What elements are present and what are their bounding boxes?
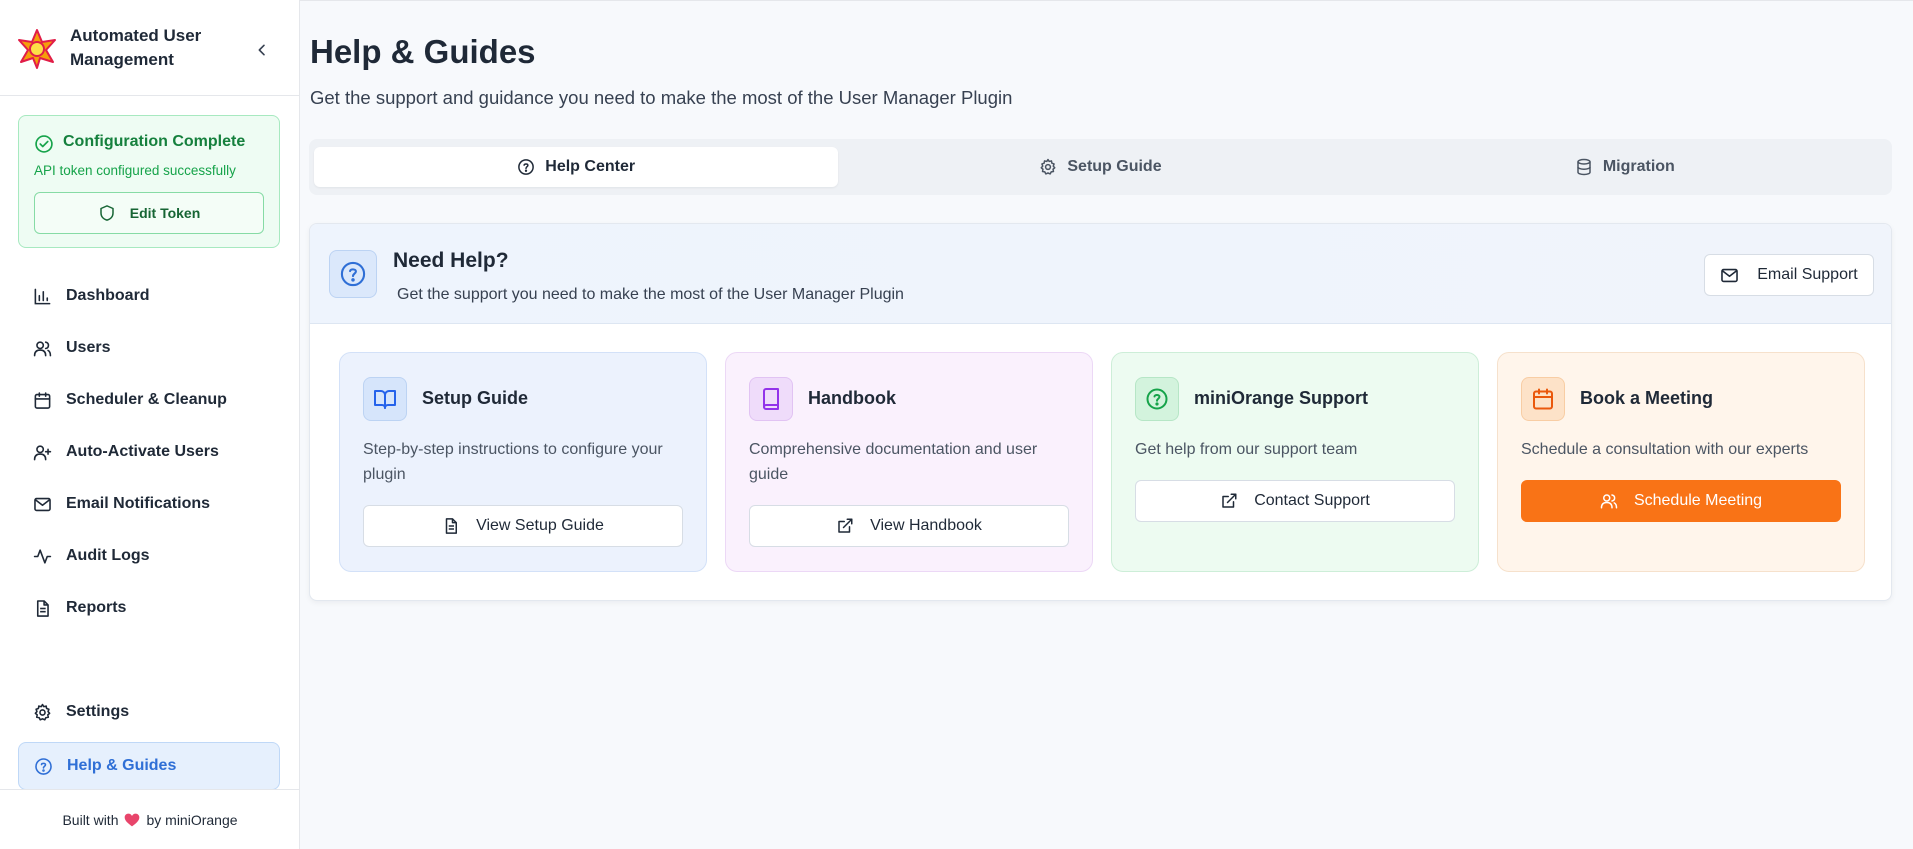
- file-icon: [33, 599, 52, 618]
- activity-icon: [33, 547, 52, 566]
- sidebar-item-dashboard[interactable]: Dashboard: [18, 270, 280, 322]
- sidebar-item-label: Help & Guides: [67, 757, 177, 774]
- view-handbook-button[interactable]: View Handbook: [749, 505, 1069, 547]
- sidebar-item-label: Email Notifications: [66, 495, 211, 512]
- card-title: Book a Meeting: [1580, 388, 1714, 408]
- document-icon: [442, 517, 460, 535]
- sidebar-item-scheduler[interactable]: Scheduler & Cleanup: [18, 374, 280, 426]
- card-button-label: Contact Support: [1254, 492, 1370, 509]
- config-subtitle: API token configured successfully: [34, 163, 236, 178]
- sidebar-item-audit-logs[interactable]: Audit Logs: [18, 530, 280, 582]
- need-help-title: Need Help?: [393, 249, 509, 272]
- schedule-meeting-button[interactable]: Schedule Meeting: [1521, 480, 1841, 522]
- page-title: Help & Guides: [310, 33, 536, 70]
- card-button-label: View Handbook: [870, 517, 982, 534]
- footer-prefix: Built with: [62, 811, 119, 828]
- edit-token-button[interactable]: Edit Token: [34, 192, 264, 234]
- help-circle-icon: [517, 158, 535, 176]
- tab-label: Setup Guide: [1067, 158, 1162, 175]
- sidebar-item-label: Audit Logs: [66, 547, 150, 564]
- sidebar: Automated User Management Configuration …: [0, 0, 300, 849]
- card-description: Get help from our support team: [1135, 441, 1358, 458]
- configuration-status-card: Configuration Complete API token configu…: [18, 115, 280, 248]
- edit-token-label: Edit Token: [129, 205, 201, 221]
- card-description: Step-by-step instructions to configure y…: [363, 441, 663, 483]
- shield-icon: [98, 204, 116, 222]
- tab-setup-guide[interactable]: Setup Guide: [838, 147, 1362, 187]
- sidebar-item-label: Users: [66, 339, 111, 356]
- external-link-icon: [836, 517, 854, 535]
- sidebar-item-settings[interactable]: Settings: [18, 686, 280, 738]
- sidebar-nav: Dashboard Users Scheduler & Cleanup Auto…: [18, 270, 280, 634]
- help-center-panel: Need Help? Get the support you need to m…: [309, 223, 1892, 601]
- sidebar-item-label: Reports: [66, 599, 127, 616]
- card-title: Handbook: [808, 388, 896, 408]
- app-logo-icon: [16, 28, 58, 70]
- check-circle-icon: [34, 134, 54, 154]
- external-link-icon: [1220, 492, 1238, 510]
- sidebar-item-help-guides[interactable]: Help & Guides: [18, 742, 280, 790]
- sidebar-item-label: Auto-Activate Users: [66, 443, 219, 460]
- view-setup-guide-button[interactable]: View Setup Guide: [363, 505, 683, 547]
- collapse-sidebar-button[interactable]: [250, 38, 274, 62]
- sidebar-header: Automated User Management: [0, 0, 299, 96]
- chevron-left-icon: [258, 44, 265, 56]
- gear-icon: [33, 703, 52, 722]
- mail-icon: [1720, 266, 1739, 285]
- card-description: Schedule a consultation with our experts: [1521, 441, 1809, 458]
- tab-label: Help Center: [545, 158, 636, 175]
- main-content: Help & Guides Get the support and guidan…: [300, 0, 1913, 849]
- card-button-label: Schedule Meeting: [1633, 492, 1763, 509]
- page-subtitle: Get the support and guidance you need to…: [310, 87, 1013, 108]
- calendar-icon: [1521, 377, 1565, 421]
- user-plus-icon: [33, 443, 52, 462]
- need-help-subtitle: Get the support you need to make the mos…: [397, 286, 904, 303]
- help-circle-icon: [34, 757, 53, 776]
- sidebar-item-reports[interactable]: Reports: [18, 582, 280, 634]
- sidebar-item-auto-activate[interactable]: Auto-Activate Users: [18, 426, 280, 478]
- card-description: Comprehensive documentation and user gui…: [749, 441, 1038, 483]
- setup-guide-card: Setup Guide Step-by-step instructions to…: [339, 352, 707, 572]
- card-button-label: View Setup Guide: [476, 517, 604, 534]
- tab-migration[interactable]: Migration: [1363, 147, 1887, 187]
- support-card: miniOrange Support Get help from our sup…: [1111, 352, 1479, 572]
- users-icon: [33, 339, 52, 358]
- handbook-card: Handbook Comprehensive documentation and…: [725, 352, 1093, 572]
- help-circle-icon: [329, 250, 377, 298]
- gear-icon: [1039, 158, 1057, 176]
- sidebar-item-users[interactable]: Users: [18, 322, 280, 374]
- resource-cards: Setup Guide Step-by-step instructions to…: [339, 352, 1865, 572]
- database-icon: [1575, 158, 1593, 176]
- bar-chart-icon: [33, 287, 52, 306]
- book-meeting-card: Book a Meeting Schedule a consultation w…: [1497, 352, 1865, 572]
- sidebar-item-label: Dashboard: [66, 287, 150, 304]
- app-title: Automated User Management: [70, 26, 202, 69]
- sidebar-item-email-notifications[interactable]: Email Notifications: [18, 478, 280, 530]
- contact-support-button[interactable]: Contact Support: [1135, 480, 1455, 522]
- need-help-header: Need Help? Get the support you need to m…: [310, 224, 1891, 324]
- calendar-icon: [33, 391, 52, 410]
- users-icon: [1600, 492, 1618, 510]
- tab-bar: Help Center Setup Guide Migration: [309, 139, 1892, 195]
- book-open-icon: [363, 377, 407, 421]
- card-title: Setup Guide: [422, 388, 529, 408]
- sidebar-bottom-nav: Settings Help & Guides: [18, 686, 280, 790]
- sidebar-item-label: Settings: [66, 703, 130, 720]
- tab-help-center[interactable]: Help Center: [314, 147, 839, 187]
- book-icon: [749, 377, 793, 421]
- help-circle-icon: [1135, 377, 1179, 421]
- footer-suffix: by miniOrange: [146, 811, 238, 828]
- email-support-label: Email Support: [1757, 266, 1858, 283]
- sidebar-footer: Built with by miniOrange: [0, 789, 300, 849]
- mail-icon: [33, 495, 52, 514]
- heart-icon: [124, 813, 140, 827]
- email-support-button[interactable]: Email Support: [1704, 254, 1874, 296]
- card-title: miniOrange Support: [1194, 388, 1369, 408]
- sidebar-item-label: Scheduler & Cleanup: [66, 391, 227, 408]
- config-title: Configuration Complete: [63, 133, 246, 150]
- tab-label: Migration: [1602, 158, 1675, 175]
